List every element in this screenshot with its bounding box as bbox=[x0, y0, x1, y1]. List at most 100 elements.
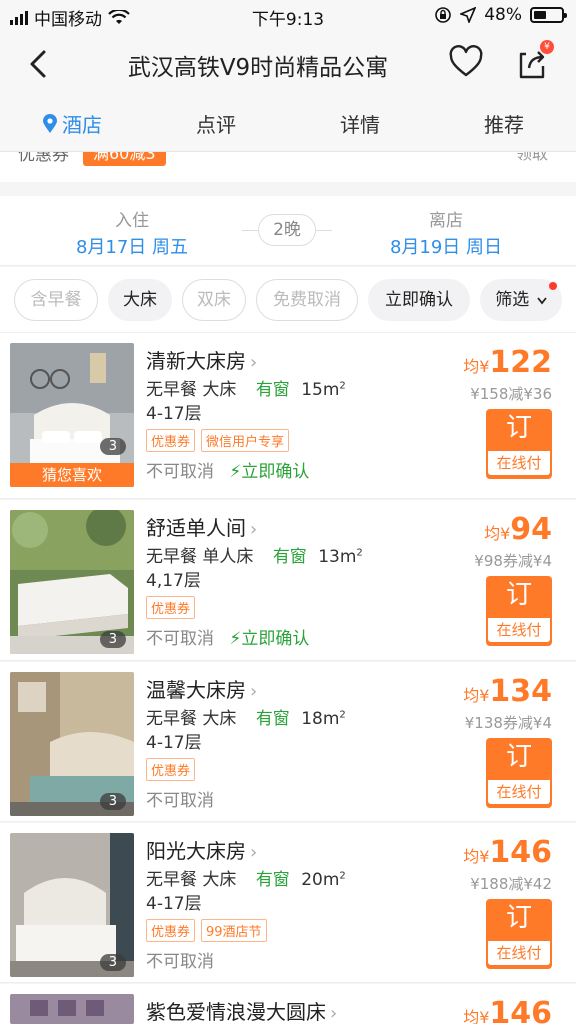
floor: 4-17层 bbox=[146, 404, 202, 424]
bed-type: 大床 bbox=[202, 709, 237, 729]
tab-details[interactable]: 详情 bbox=[288, 96, 432, 151]
promo-tag: 微信用户专享 bbox=[201, 429, 290, 452]
recommend-badge: 猜您喜欢 bbox=[10, 463, 134, 487]
room-name: 温馨大床房 bbox=[146, 678, 246, 702]
checkout-date[interactable]: 离店 8月19日 周日 bbox=[366, 206, 526, 259]
price-prefix: 均¥ bbox=[463, 357, 490, 376]
lightning-icon: ⚡ bbox=[229, 462, 242, 482]
room-photo[interactable]: 3 bbox=[10, 833, 134, 977]
room-photo[interactable]: 3 bbox=[10, 510, 134, 654]
room-photo[interactable]: 3 bbox=[10, 672, 134, 816]
price-value: 122 bbox=[489, 345, 552, 380]
window: 有窗 bbox=[255, 380, 290, 400]
checkin-date[interactable]: 入住 8月17日 周五 bbox=[52, 206, 212, 259]
room-info: 无早餐 大床 有窗 20m2 bbox=[146, 865, 346, 890]
price: 均¥122 bbox=[463, 345, 552, 380]
rotation-lock-icon bbox=[435, 7, 452, 23]
favorite-button[interactable] bbox=[446, 42, 486, 82]
promo-tag: 优惠券 bbox=[146, 758, 196, 781]
room-card[interactable]: 紫色爱情浪漫大圆床 › 均¥146 bbox=[0, 984, 576, 1024]
book-button[interactable]: 订 在线付 bbox=[486, 899, 552, 969]
room-photo[interactable]: 3 猜您喜欢 bbox=[10, 343, 134, 487]
room-title[interactable]: 温馨大床房 › bbox=[146, 674, 257, 703]
room-card[interactable]: 3 阳光大床房 › 无早餐 大床 有窗 20m2 4-17层 优惠券 99酒店节 … bbox=[0, 823, 576, 983]
book-button[interactable]: 订 在线付 bbox=[486, 409, 552, 479]
room-title[interactable]: 舒适单人间 › bbox=[146, 512, 257, 541]
share-button[interactable]: ¥ bbox=[512, 40, 554, 82]
battery-icon bbox=[530, 7, 567, 23]
battery-fill bbox=[534, 11, 547, 19]
lightning-icon: ⚡ bbox=[229, 629, 242, 649]
room-card[interactable]: 3 猜您喜欢 清新大床房 › 无早餐 大床 有窗 15m2 4-17层 优惠券 微… bbox=[0, 333, 576, 499]
promo-tag: 99酒店节 bbox=[201, 919, 267, 942]
area-unit: 2 bbox=[339, 380, 346, 392]
coupon-get-link[interactable]: 领取 bbox=[516, 152, 548, 164]
share-badge: ¥ bbox=[540, 40, 554, 54]
room-card[interactable]: 3 舒适单人间 › 无早餐 单人床 有窗 13m2 4,17层 优惠券 不可取消 … bbox=[0, 500, 576, 661]
heart-icon bbox=[449, 45, 483, 77]
window: 有窗 bbox=[272, 547, 307, 567]
photo-count: 3 bbox=[99, 438, 126, 455]
room-photo[interactable] bbox=[10, 994, 134, 1024]
nav-bar: 武汉高铁V9时尚精品公寓 ¥ bbox=[0, 32, 576, 96]
area: 20m bbox=[301, 870, 340, 890]
photo-count: 3 bbox=[99, 631, 126, 648]
photo-count: 3 bbox=[99, 954, 126, 971]
area: 18m bbox=[301, 709, 340, 729]
room-info: 无早餐 大床 有窗 15m2 bbox=[146, 375, 346, 400]
original-price: ¥138券减¥4 bbox=[464, 714, 552, 732]
filter-breakfast[interactable]: 含早餐 bbox=[14, 279, 98, 321]
coupon-label: 优惠券 bbox=[18, 152, 69, 165]
divider bbox=[316, 230, 332, 231]
coupon-tag: 满60减3 bbox=[83, 152, 166, 166]
checkin-value: 8月17日 周五 bbox=[75, 237, 189, 258]
pay-online-label: 在线付 bbox=[488, 941, 550, 965]
meal: 无早餐 bbox=[146, 547, 197, 567]
tab-label: 详情 bbox=[340, 113, 380, 137]
filter-instant-confirm[interactable]: 立即确认 bbox=[368, 279, 470, 321]
cancel-policy: 不可取消 bbox=[146, 786, 214, 811]
room-tags: 优惠券 99酒店节 bbox=[146, 919, 267, 942]
coupon-row[interactable]: 优惠券 满60减3 领取 bbox=[0, 152, 576, 182]
tab-reviews[interactable]: 点评 bbox=[144, 96, 288, 151]
room-info: 无早餐 大床 有窗 18m2 bbox=[146, 704, 346, 729]
promo-tag: 优惠券 bbox=[146, 429, 196, 452]
room-title[interactable]: 清新大床房 › bbox=[146, 345, 257, 374]
filter-twin-bed[interactable]: 双床 bbox=[182, 279, 246, 321]
filter-bar: 含早餐 大床 双床 免费取消 立即确认 筛选 bbox=[0, 267, 576, 333]
area: 13m bbox=[318, 547, 357, 567]
price-prefix: 均¥ bbox=[463, 686, 490, 705]
meal: 无早餐 bbox=[146, 380, 197, 400]
chevron-right-icon: › bbox=[250, 519, 258, 540]
filter-free-cancel[interactable]: 免费取消 bbox=[256, 279, 358, 321]
book-button[interactable]: 订 在线付 bbox=[486, 738, 552, 808]
location-pin-icon bbox=[43, 113, 57, 133]
room-tags: 优惠券 微信用户专享 bbox=[146, 429, 290, 452]
price-prefix: 均¥ bbox=[463, 847, 490, 866]
tab-recommend[interactable]: 推荐 bbox=[432, 96, 576, 151]
date-selector[interactable]: 入住 8月17日 周五 2晚 离店 8月19日 周日 bbox=[0, 196, 576, 266]
room-card[interactable]: 3 温馨大床房 › 无早餐 大床 有窗 18m2 4-17层 优惠券 不可取消 均… bbox=[0, 662, 576, 822]
meal: 无早餐 bbox=[146, 870, 197, 890]
tab-label: 推荐 bbox=[484, 113, 524, 137]
room-title[interactable]: 阳光大床房 › bbox=[146, 835, 257, 864]
battery-percent: 48% bbox=[484, 5, 522, 25]
room-photo-image bbox=[10, 994, 134, 1024]
price: 均¥146 bbox=[463, 835, 552, 870]
instant-confirm: ⚡立即确认 bbox=[229, 462, 309, 482]
back-button[interactable] bbox=[18, 44, 58, 84]
filter-more-button[interactable]: 筛选 bbox=[480, 279, 562, 321]
book-button[interactable]: 订 在线付 bbox=[486, 576, 552, 646]
chevron-right-icon: › bbox=[330, 1003, 338, 1024]
photo-count: 3 bbox=[99, 793, 126, 810]
area: 15m bbox=[301, 380, 340, 400]
checkout-value: 8月19日 周日 bbox=[389, 237, 503, 258]
chevron-right-icon: › bbox=[250, 681, 258, 702]
page-title: 武汉高铁V9时尚精品公寓 bbox=[127, 55, 389, 81]
room-title[interactable]: 紫色爱情浪漫大圆床 › bbox=[146, 996, 337, 1024]
tab-hotel[interactable]: 酒店 bbox=[0, 96, 144, 151]
bed-type: 大床 bbox=[202, 870, 237, 890]
filter-king-bed[interactable]: 大床 bbox=[108, 279, 172, 321]
window: 有窗 bbox=[255, 870, 290, 890]
room-name: 舒适单人间 bbox=[146, 516, 246, 540]
